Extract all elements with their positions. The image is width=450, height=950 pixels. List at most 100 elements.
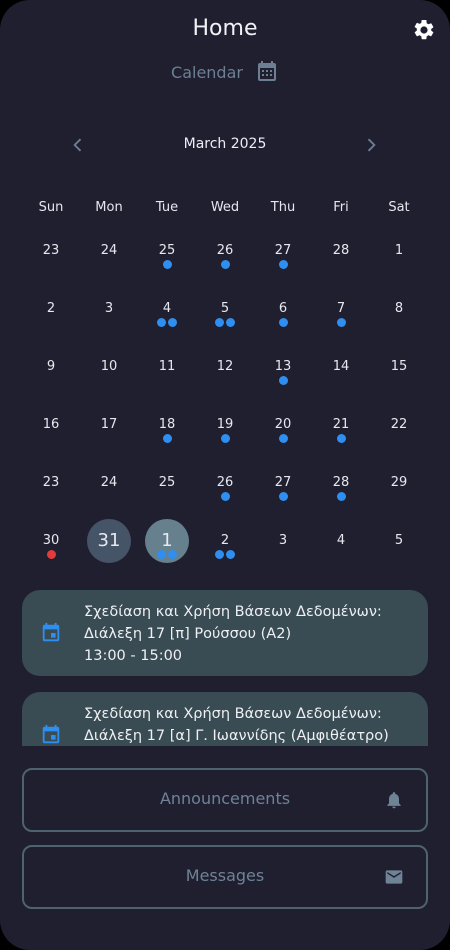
calendar-day[interactable]: 1 [370,236,428,294]
calendar-day[interactable]: 24 [80,236,138,294]
calendar-day[interactable]: 25 [138,236,196,294]
calendar-day[interactable]: 12 [196,352,254,410]
calendar-day[interactable]: 9 [22,352,80,410]
calendar-day[interactable]: 11 [138,352,196,410]
event-indicator [196,550,254,559]
calendar-day[interactable]: 26 [196,236,254,294]
month-navigation: March 2025 [0,131,450,159]
day-number: 9 [46,359,56,374]
calendar-day[interactable]: 2 [196,526,254,584]
event-indicator [312,318,370,327]
calendar-day[interactable]: 1 [138,519,196,584]
calendar-day[interactable]: 7 [312,294,370,352]
day-number: 3 [278,533,288,548]
event-dot [162,260,172,269]
day-number: 8 [394,301,404,316]
weekday-label: Thu [270,200,296,215]
calendar-day[interactable]: 5 [370,526,428,584]
event-dot [278,492,288,501]
event-title: Σχεδίαση και Χρήση Βάσεων Δεδομένων: [84,604,382,620]
event-indicator [138,434,196,443]
calendar-day[interactable]: 14 [312,352,370,410]
calendar-days: 23 24 25 26 27 28 1 2 3 4 5 6 7 8 9 10 11 12 13 14 15 16 17 18 1… [22,236,428,584]
calendar-day[interactable]: 19 [196,410,254,468]
event-card[interactable]: Σχεδίαση και Χρήση Βάσεων Δεδομένων: Διάλ… [22,692,428,746]
calendar-day[interactable]: 26 [196,468,254,526]
calendar-day[interactable]: 27 [254,236,312,294]
event-subtitle: Διάλεξη 17 [π] Ρούσσου (Α2) [84,626,292,642]
home-screen: Home Calendar March 2025 Sun Mon Tue Wed Thu… [0,0,450,950]
calendar-day[interactable]: 31 [80,519,138,584]
day-number: 23 [42,243,60,258]
day-number: 12 [216,359,234,374]
calendar-day[interactable]: 28 [312,468,370,526]
gear-icon[interactable] [412,18,436,42]
event-indicator [254,434,312,443]
calendar-day[interactable]: 24 [80,468,138,526]
day-number: 1 [394,243,404,258]
today-day-number: 31 [87,519,131,563]
calendar-day[interactable]: 27 [254,468,312,526]
event-card[interactable]: Σχεδίαση και Χρήση Βάσεων Δεδομένων: Διάλ… [22,590,428,676]
day-number: 10 [100,359,118,374]
day-number: 4 [336,533,346,548]
messages-button[interactable]: Messages [22,845,428,909]
day-number: 24 [100,475,118,490]
event-dot [278,260,288,269]
event-indicator [312,434,370,443]
calendar-day[interactable]: 28 [312,236,370,294]
weekday-label: Sun [38,200,64,215]
calendar-day[interactable]: 18 [138,410,196,468]
event-dot [336,318,346,327]
calendar-day[interactable]: 6 [254,294,312,352]
calendar-day[interactable]: 4 [138,294,196,352]
day-number: 5 [394,533,404,548]
calendar-day[interactable]: 23 [22,468,80,526]
calendar-day[interactable]: 29 [370,468,428,526]
event-subtitle: Διάλεξη 17 [α] Γ. Ιωαννίδης (Αμφιθέατρο) [84,728,389,744]
event-time: 13:00 - 15:00 [84,648,183,664]
calendar-day[interactable]: 5 [196,294,254,352]
calendar-day[interactable]: 15 [370,352,428,410]
calendar-day[interactable]: 22 [370,410,428,468]
event-dot [226,318,235,327]
event-dot [162,434,172,443]
calendar-day[interactable]: 25 [138,468,196,526]
month-title: March 2025 [183,136,267,152]
calendar-link-label: Calendar [171,62,243,82]
day-number: 23 [42,475,60,490]
calendar-day[interactable]: 17 [80,410,138,468]
calendar-day[interactable]: 8 [370,294,428,352]
calendar-day[interactable]: 4 [312,526,370,584]
calendar-week: 30 31 1 2 3 4 5 [22,519,428,584]
day-number: 25 [158,475,176,490]
calendar-grid: Sun Mon Tue Wed Thu Fri Sat 23 24 25 26 27 28 1 2 3 4 5 6… [22,200,428,584]
calendar-day[interactable]: 30 [22,526,80,584]
event-dot [220,260,230,269]
messages-label: Messages [185,866,265,885]
event-indicator [254,260,312,269]
calendar-day[interactable]: 10 [80,352,138,410]
calendar-day[interactable]: 3 [254,526,312,584]
calendar-day[interactable]: 3 [80,294,138,352]
event-indicator [312,492,370,501]
announcements-button[interactable]: Announcements [22,768,428,832]
weekday-label: Wed [210,200,240,215]
chevron-right-icon[interactable] [361,135,381,155]
event-dot-red [46,550,56,559]
calendar-link[interactable]: Calendar [0,60,450,84]
weekday-label: Sat [388,200,410,215]
calendar-day[interactable]: 23 [22,236,80,294]
calendar-day[interactable]: 2 [22,294,80,352]
calendar-day[interactable]: 16 [22,410,80,468]
day-number: 24 [100,243,118,258]
calendar-day[interactable]: 20 [254,410,312,468]
calendar-day[interactable]: 13 [254,352,312,410]
calendar-icon [42,724,60,744]
event-title: Σχεδίαση και Χρήση Βάσεων Δεδομένων: [84,706,382,722]
event-list[interactable]: Σχεδίαση και Χρήση Βάσεων Δεδομένων: Διάλ… [22,590,428,746]
day-number: 15 [390,359,408,374]
day-number: 3 [104,301,114,316]
bell-icon [387,792,401,809]
calendar-day[interactable]: 21 [312,410,370,468]
